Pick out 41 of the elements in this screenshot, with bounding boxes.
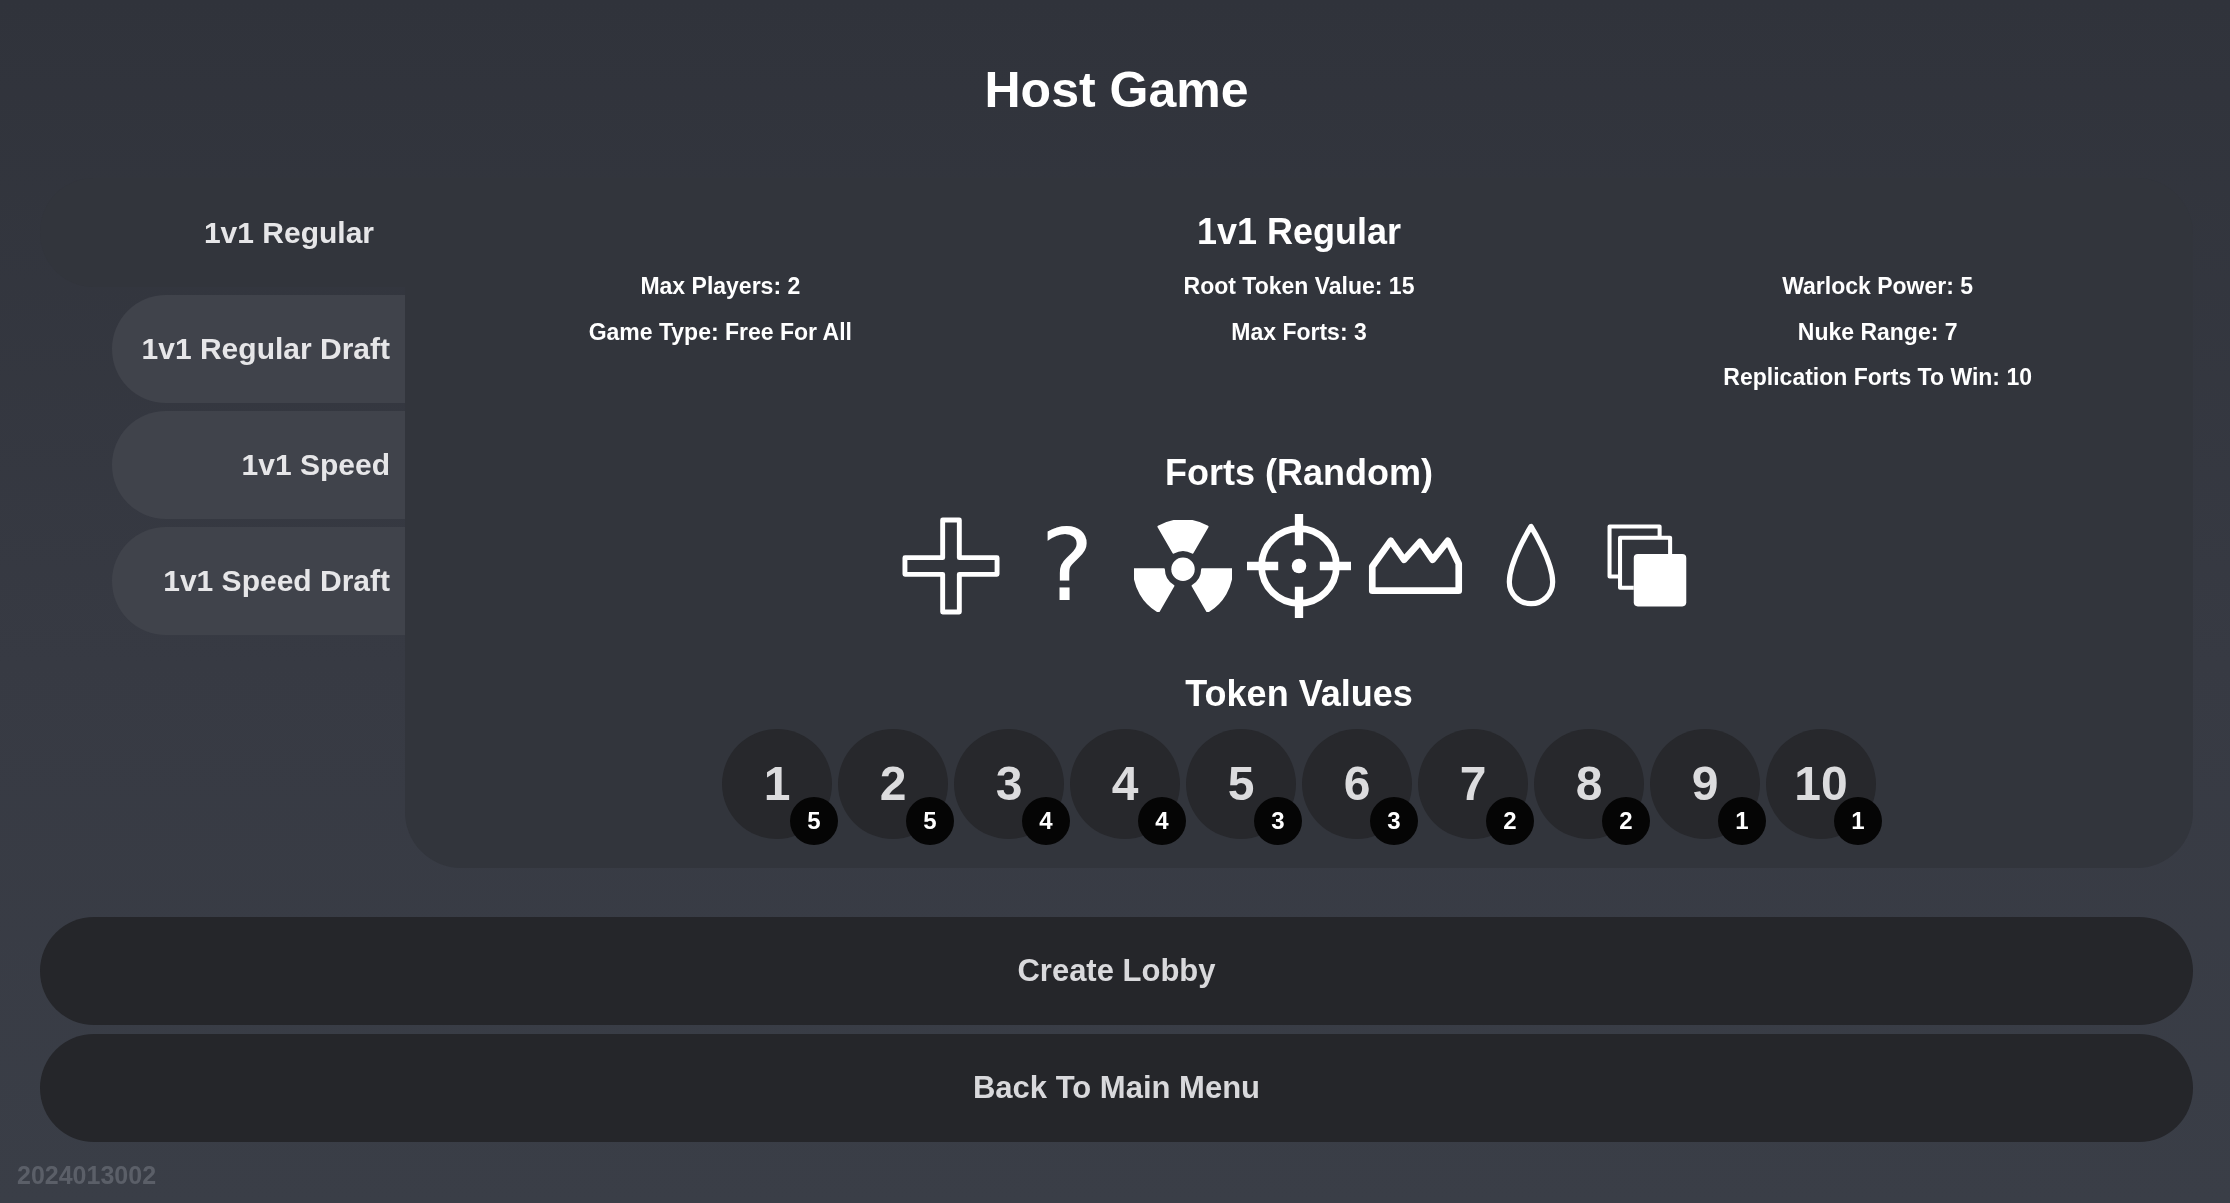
section-heading: Forts (Random) xyxy=(1165,450,1433,495)
token-value: 9 xyxy=(1691,759,1719,808)
crosshair-icon xyxy=(1247,513,1351,618)
count-badge: 3 xyxy=(1370,796,1418,845)
plus-outline-icon xyxy=(902,516,1000,615)
token-value: 8 xyxy=(1575,759,1603,808)
mode-tab[interactable]: 1v1 Speed xyxy=(112,411,405,519)
token-value: 5 xyxy=(1227,759,1255,808)
question-mark-icon: ? xyxy=(1040,525,1094,606)
count-badge: 2 xyxy=(1602,796,1650,845)
crown-outline-icon xyxy=(1367,536,1463,595)
menu-button[interactable]: Create Lobby xyxy=(40,917,2193,1025)
mode-name: 1v1 Regular xyxy=(1196,210,1402,254)
menu-button[interactable]: Back To Main Menu xyxy=(40,1034,2193,1142)
count-badge: 3 xyxy=(1254,796,1302,845)
mode-tab[interactable]: 1v1 Regular Draft xyxy=(112,295,405,403)
stacked-squares-icon xyxy=(1606,523,1688,608)
droplet-outline-icon xyxy=(1505,523,1557,608)
count-badge: 2 xyxy=(1486,796,1534,845)
count-badge: 4 xyxy=(1022,796,1070,845)
token-value: 2 xyxy=(879,759,907,808)
token-value: 4 xyxy=(1111,759,1139,808)
count-badge: 1 xyxy=(1718,796,1766,845)
game-setting: Root Token Value: 15 xyxy=(1183,272,1415,301)
radiation-icon xyxy=(1134,519,1232,612)
token-value: 7 xyxy=(1459,759,1487,808)
section-heading: Token Values xyxy=(1185,671,1413,716)
game-setting: Max Players: 2 xyxy=(640,272,801,301)
token-value: 1 xyxy=(763,759,791,808)
page-title: Host Game xyxy=(984,61,1249,120)
game-setting: Replication Forts To Win: 10 xyxy=(1723,363,2032,392)
mode-tab[interactable]: 1v1 Speed Draft xyxy=(112,527,405,635)
game-setting: Warlock Power: 5 xyxy=(1782,272,1974,301)
game-setting: Game Type: Free For All xyxy=(588,317,852,347)
token-value: 3 xyxy=(995,759,1023,808)
token-value: 6 xyxy=(1343,759,1371,808)
count-badge: 4 xyxy=(1138,796,1186,845)
game-setting: Max Forts: 3 xyxy=(1231,317,1367,347)
count-badge: 5 xyxy=(790,796,838,845)
game-setting: Nuke Range: 7 xyxy=(1797,317,1958,347)
count-badge: 5 xyxy=(906,796,954,845)
